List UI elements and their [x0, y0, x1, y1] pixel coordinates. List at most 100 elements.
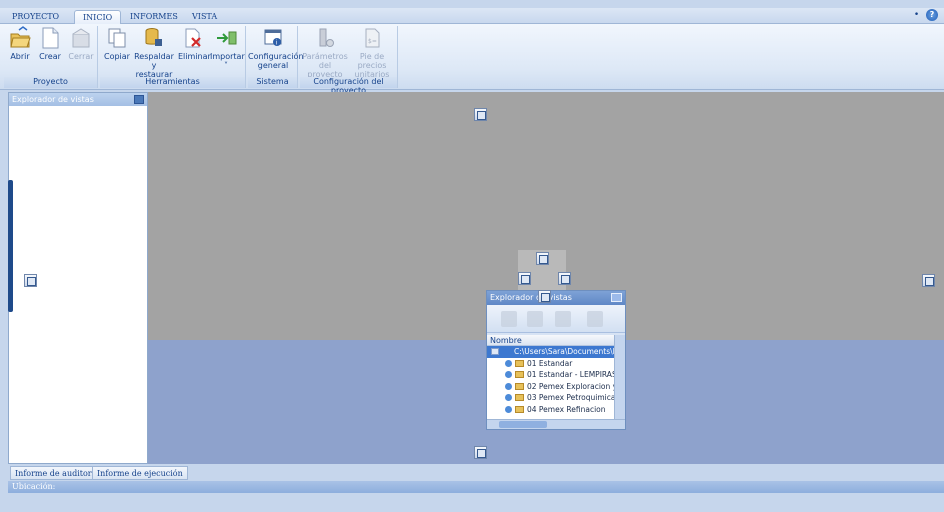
cerrar-label: Cerrar	[68, 52, 94, 61]
copiar-label: Copiar	[104, 52, 130, 61]
dock-left-outer-icon[interactable]	[24, 274, 37, 287]
dock-bottom-inner-icon[interactable]	[538, 290, 551, 303]
tree-root-path: C:\Users\Sara\Documents\Ec	[514, 347, 622, 356]
floating-window-title: Explorador de vistas	[490, 293, 572, 302]
import-icon	[215, 26, 237, 50]
tree-item-label: 01 Estandar - LEMPIRAS	[527, 370, 617, 379]
config-label-2: general	[257, 61, 289, 70]
folder-icon	[515, 394, 524, 401]
expand-icon[interactable]	[505, 382, 512, 390]
tab-informe-auditoria[interactable]: Informe de auditoría	[10, 466, 104, 480]
backup-database-icon	[143, 26, 165, 50]
config-label-1: Configuración	[248, 52, 304, 61]
copiar-button[interactable]: Copiar	[104, 26, 130, 61]
tab-informe-ejecucion[interactable]: Informe de ejecución	[92, 466, 188, 480]
tree-item[interactable]: 01 Estandar	[487, 358, 625, 370]
group-label-herramientas: Herramientas	[100, 77, 245, 88]
floating-window-toolbar	[487, 305, 625, 333]
help-area: • ?	[914, 9, 938, 21]
delete-icon	[182, 26, 204, 50]
bottom-tabs: Informe de auditoría Informe de ejecució…	[8, 466, 944, 480]
group-label-sistema: Sistema	[248, 77, 297, 88]
tree-item[interactable]: 02 Pemex Exploracion y F	[487, 381, 625, 393]
importar-dropdown-arrow[interactable]: ˅	[210, 61, 242, 70]
dock-top-inner-icon[interactable]	[536, 252, 549, 265]
folder-icon	[515, 371, 524, 378]
expand-icon[interactable]	[505, 371, 512, 378]
floating-window-close-icon[interactable]	[611, 293, 622, 302]
tab-informes[interactable]: INFORMES	[122, 10, 186, 24]
help-icon[interactable]: ?	[926, 9, 938, 21]
group-sistema: i Configuración general Sistema	[248, 26, 304, 88]
settings-window-icon: i	[262, 26, 284, 50]
tab-inicio[interactable]: INICIO	[74, 10, 122, 24]
side-collapse-handle[interactable]	[8, 180, 13, 312]
open-folder-icon	[9, 26, 31, 50]
dock-left-inner-icon[interactable]	[518, 272, 531, 285]
status-location-label: Ubicación:	[12, 482, 56, 491]
svg-text:$=: $=	[368, 38, 377, 45]
copy-icon	[106, 26, 128, 50]
folder-icon	[515, 359, 524, 367]
collapse-icon[interactable]	[491, 348, 499, 355]
tab-vista[interactable]: VISTA	[184, 10, 225, 24]
ribbon: Abrir Crear Cerrar Proyecto Copiar Respa…	[0, 24, 944, 95]
param-label-1: Parámetros	[302, 52, 348, 61]
tree-item[interactable]: 03 Pemex Petroquimica	[487, 392, 625, 404]
expand-icon[interactable]	[505, 405, 512, 413]
close-project-icon	[70, 26, 92, 50]
tab-proyecto[interactable]: PROYECTO	[4, 10, 67, 24]
scrollbar-thumb[interactable]	[499, 421, 547, 428]
eliminar-button[interactable]: Eliminar	[178, 26, 211, 61]
group-label-proyecto: Proyecto	[4, 77, 97, 88]
tree-item[interactable]: 04 Pemex Refinacion	[487, 404, 625, 416]
pin-icon[interactable]: •	[914, 10, 919, 20]
column-header-nombre[interactable]: Nombre	[487, 335, 625, 346]
floating-window-titlebar[interactable]: Explorador de vistas	[487, 291, 625, 305]
abrir-label: Abrir	[10, 52, 30, 61]
export-icon[interactable]	[555, 311, 571, 327]
tree-vertical-scrollbar[interactable]	[614, 335, 625, 419]
group-label-configuracion-proyecto: Configuración del proyecto	[300, 77, 397, 95]
status-bar: Ubicación:	[8, 481, 944, 493]
print-icon[interactable]	[527, 311, 543, 327]
dock-right-outer-icon[interactable]	[922, 274, 935, 287]
tree-root-row[interactable]: C:\Users\Sara\Documents\Ec	[487, 346, 625, 358]
importar-button[interactable]: Importar ˅	[210, 26, 245, 70]
abrir-button[interactable]: Abrir	[8, 26, 32, 61]
layout-icon[interactable]	[587, 311, 603, 327]
dock-bottom-outer-icon[interactable]	[474, 446, 487, 459]
panel-autohide-icon[interactable]	[134, 95, 144, 104]
tree-item-label: 02 Pemex Exploracion y F	[527, 381, 624, 391]
views-tree: Nombre C:\Users\Sara\Documents\Ec 01 Est…	[487, 335, 625, 429]
tree-item-label: 01 Estandar	[527, 358, 573, 368]
parameters-building-icon	[314, 26, 336, 50]
expand-icon[interactable]	[505, 359, 512, 367]
explorador-panel-header[interactable]: Explorador de vistas	[9, 93, 147, 106]
expand-icon[interactable]	[505, 394, 512, 401]
folder-icon	[515, 405, 524, 413]
eliminar-label: Eliminar	[178, 52, 211, 61]
application-window: PROYECTO INICIO INFORMES VISTA • ? Abrir…	[0, 0, 944, 512]
tree-item-label: 04 Pemex Refinacion	[527, 404, 606, 414]
pie-label-1: Pie de precios	[357, 52, 387, 70]
dock-right-inner-icon[interactable]	[558, 272, 571, 285]
tree-horizontal-scrollbar[interactable]	[487, 419, 625, 429]
folder-icon	[515, 382, 524, 390]
price-footer-icon: $=	[361, 26, 383, 50]
pie-de-precios-button[interactable]: $= Pie de precios unitarios	[348, 26, 396, 79]
tree-item[interactable]: 01 Estandar - LEMPIRAS	[487, 369, 625, 381]
tree-item-label: 03 Pemex Petroquimica	[527, 393, 616, 402]
respaldar-label-1: Respaldar y	[134, 52, 174, 70]
crear-label: Crear	[39, 52, 61, 61]
cerrar-button[interactable]: Cerrar	[68, 26, 94, 61]
dock-top-outer-icon[interactable]	[474, 108, 487, 121]
new-document-icon	[39, 26, 61, 50]
crear-button[interactable]: Crear	[38, 26, 62, 61]
preview-icon[interactable]	[501, 311, 517, 327]
floating-explorador-window: Explorador de vistas Nombre C:\Users\Sar…	[486, 290, 626, 430]
parametros-button[interactable]: Parámetros del proyecto	[302, 26, 348, 79]
group-proyecto: Abrir Crear Cerrar Proyecto	[4, 26, 98, 88]
ribbon-tab-strip: PROYECTO INICIO INFORMES VISTA • ?	[0, 8, 944, 24]
configuracion-general-button[interactable]: i Configuración general	[248, 26, 304, 70]
